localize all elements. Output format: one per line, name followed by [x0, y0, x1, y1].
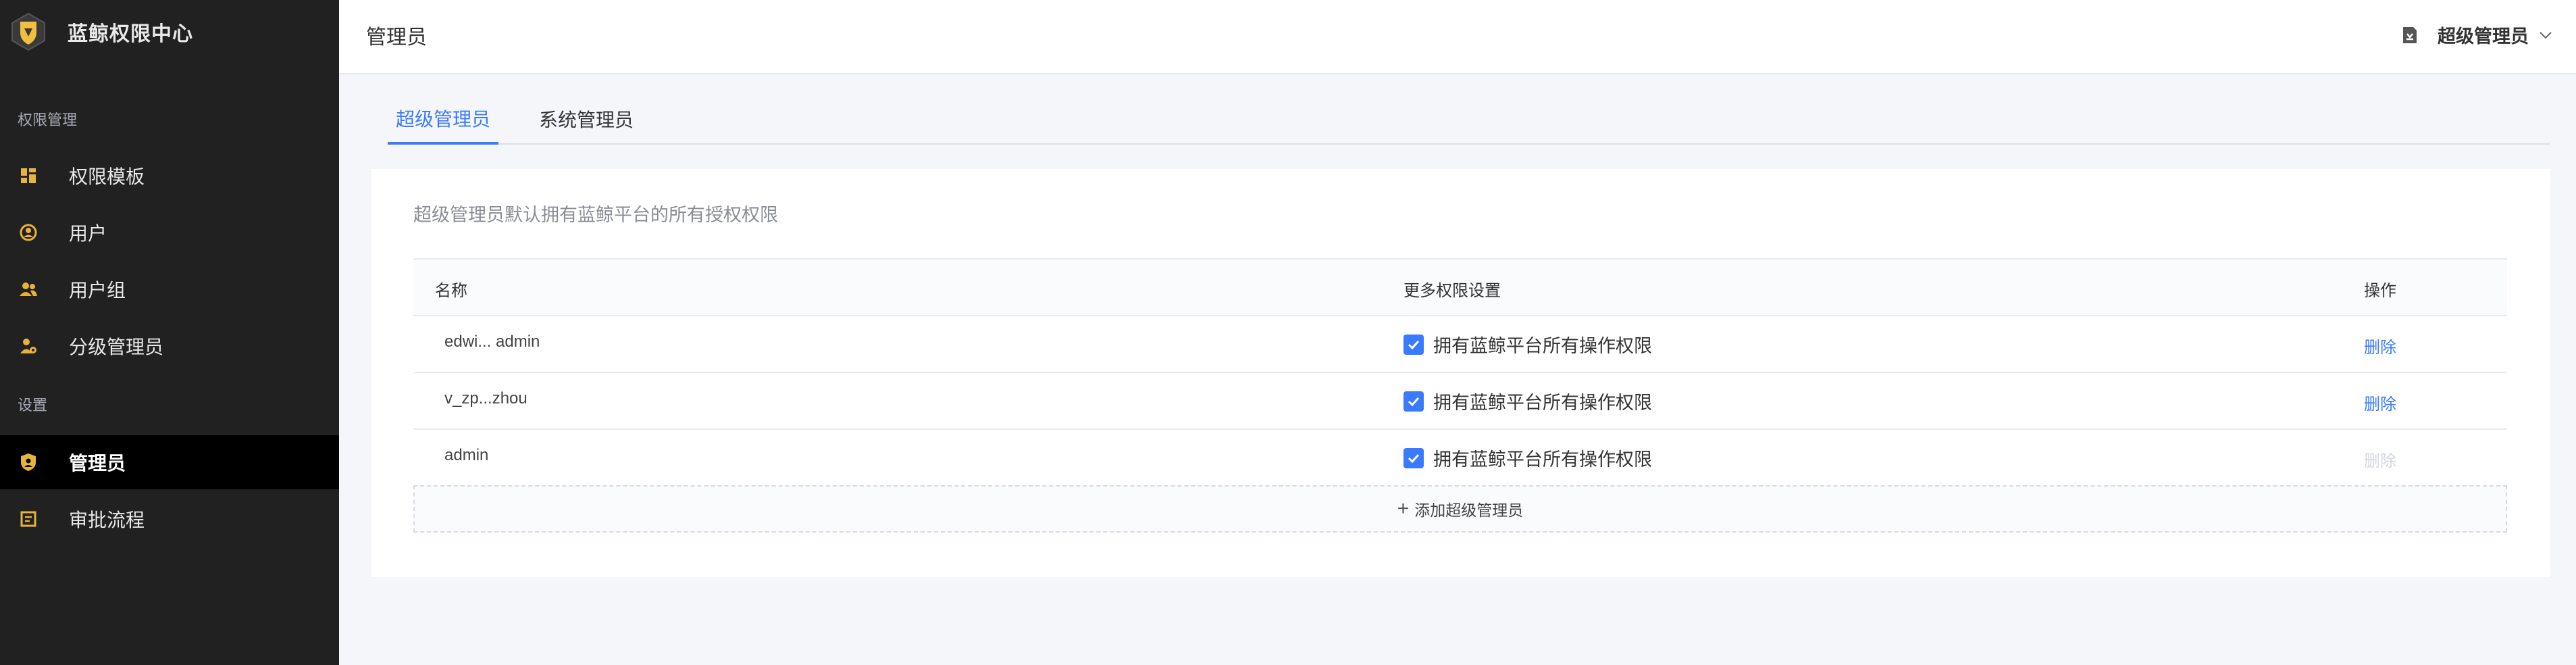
permission-setting: 拥有蓝鲸平台所有操作权限: [1403, 445, 1652, 471]
page-title: 管理员: [366, 26, 427, 49]
chevron-down-icon[interactable]: [2538, 28, 2553, 43]
add-super-admin-label: 添加超级管理员: [1414, 501, 1524, 519]
table-row: admin 拥有蓝鲸平台所有操作权限 删除: [413, 428, 2507, 487]
admin-shield-icon: [19, 453, 38, 472]
app-title: 蓝鲸权限中心: [68, 23, 193, 45]
sidebar-item-user-group[interactable]: 用户组: [0, 262, 339, 316]
sidebar-item-label: 权限模板: [69, 166, 145, 187]
tab-system-admin[interactable]: 系统管理员: [539, 95, 634, 143]
grade-admin-icon: [19, 337, 38, 355]
delete-link[interactable]: 删除: [2364, 334, 2396, 358]
column-header-permissions: 更多权限设置: [1403, 282, 1501, 300]
super-admin-panel: 超级管理员默认拥有蓝鲸平台的所有授权权限 名称 更多权限设置 操作 edwi..…: [371, 169, 2550, 577]
admin-tabs: 超级管理员 系统管理员: [388, 95, 2550, 145]
template-grid-icon: [19, 166, 38, 185]
top-header: 管理员 超级管理员: [339, 0, 2576, 74]
admin-name: edwi... admin: [444, 332, 540, 351]
checkmark-icon: [1408, 453, 1420, 463]
add-super-admin-button[interactable]: + 添加超级管理员: [413, 485, 2507, 533]
user-icon: [19, 223, 38, 242]
nav-group-settings-title: 设置: [18, 397, 48, 414]
permission-checkbox[interactable]: [1403, 447, 1424, 468]
brand: 蓝鲸权限中心: [0, 0, 339, 64]
permission-setting: 拥有蓝鲸平台所有操作权限: [1403, 388, 1652, 414]
approval-flow-icon: [19, 510, 38, 528]
sidebar: 蓝鲸权限中心 权限管理 权限模板 用户 用户组 分级管理员 设置 管理员 审批流…: [0, 0, 339, 665]
tab-super-admin[interactable]: 超级管理员: [388, 95, 499, 145]
table-row: edwi... admin 拥有蓝鲸平台所有操作权限 删除: [413, 315, 2507, 373]
table-header: 名称 更多权限设置 操作: [413, 258, 2507, 316]
sidebar-item-user[interactable]: 用户: [0, 205, 339, 260]
permission-label: 拥有蓝鲸平台所有操作权限: [1433, 449, 1652, 470]
checkmark-icon: [1408, 397, 1420, 406]
column-header-actions: 操作: [2364, 282, 2396, 300]
sidebar-item-approval[interactable]: 审批流程: [0, 492, 339, 546]
sidebar-item-label: 管理员: [69, 453, 126, 474]
sidebar-item-label: 用户: [69, 223, 107, 244]
current-user-label[interactable]: 超级管理员: [2438, 22, 2529, 48]
sidebar-item-label: 用户组: [69, 280, 126, 301]
brand-logo-icon: [9, 11, 47, 52]
sidebar-item-label: 审批流程: [69, 510, 145, 531]
delete-link-disabled[interactable]: 删除: [2364, 447, 2396, 471]
sidebar-item-label: 分级管理员: [69, 337, 164, 358]
user-menu[interactable]: 超级管理员: [2401, 22, 2553, 48]
user-group-icon: [19, 280, 38, 299]
panel-description: 超级管理员默认拥有蓝鲸平台的所有授权权限: [413, 205, 778, 225]
checkmark-icon: [1408, 340, 1420, 349]
nav-group-permission-title: 权限管理: [18, 112, 78, 128]
sidebar-item-admin[interactable]: 管理员: [0, 435, 339, 489]
column-header-name: 名称: [435, 282, 467, 300]
admin-name: admin: [444, 446, 489, 464]
permission-label: 拥有蓝鲸平台所有操作权限: [1433, 336, 1652, 356]
delete-link[interactable]: 删除: [2364, 391, 2396, 414]
sidebar-item-template[interactable]: 权限模板: [0, 149, 339, 203]
admin-name: v_zp...zhou: [444, 389, 527, 408]
table-row: v_zp...zhou 拥有蓝鲸平台所有操作权限 删除: [413, 372, 2507, 430]
permission-checkbox[interactable]: [1403, 334, 1424, 355]
document-download-icon[interactable]: [2401, 26, 2419, 44]
permission-setting: 拥有蓝鲸平台所有操作权限: [1403, 331, 1652, 358]
sidebar-item-grade-admin[interactable]: 分级管理员: [0, 319, 339, 373]
plus-icon: +: [1397, 497, 1410, 520]
permission-checkbox[interactable]: [1403, 391, 1424, 412]
permission-label: 拥有蓝鲸平台所有操作权限: [1433, 393, 1652, 413]
